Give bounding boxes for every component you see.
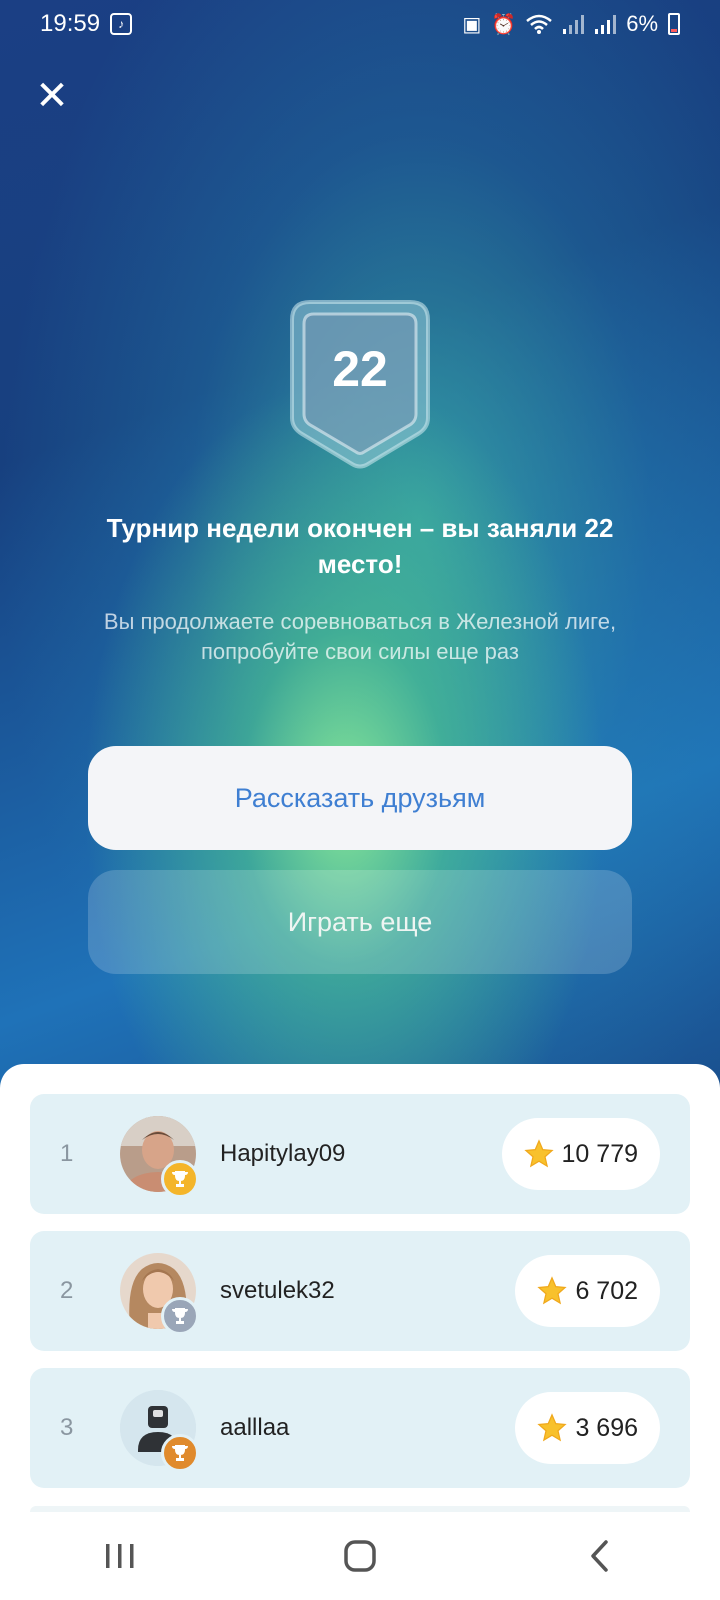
score-pill: 3 696 (515, 1392, 660, 1464)
place-number: 22 (332, 341, 388, 397)
username: Hapitylay09 (220, 1140, 346, 1167)
score-pill: 10 779 (501, 1118, 660, 1190)
username: aalllaa (220, 1414, 290, 1441)
leaderboard-row[interactable]: 3 aalllaa 3 696 (30, 1368, 690, 1488)
signal-icon (595, 15, 617, 34)
score-value: 3 696 (575, 1413, 638, 1442)
score-value: 10 779 (561, 1139, 638, 1168)
leaderboard-row[interactable]: 1 Hapitylay09 10 779 (30, 1094, 690, 1214)
home-icon[interactable] (330, 1526, 390, 1586)
signal-icon (563, 15, 585, 34)
close-icon[interactable]: ✕ (34, 76, 70, 116)
play-again-button[interactable]: Играть еще (88, 870, 632, 974)
username: svetulek32 (220, 1277, 335, 1304)
battery-icon (668, 13, 680, 35)
back-icon[interactable] (570, 1526, 630, 1586)
place-badge: 22 (290, 300, 430, 470)
rank-number: 1 (60, 1140, 74, 1167)
star-icon (537, 1413, 568, 1442)
rank-number: 3 (60, 1414, 74, 1441)
system-nav-bar (0, 1512, 720, 1600)
share-button[interactable]: Рассказать друзьям (88, 746, 632, 850)
bronze-trophy-icon (161, 1434, 199, 1472)
notification-icon: ♪ (110, 13, 133, 35)
score-pill: 6 702 (515, 1255, 660, 1327)
status-time: 19:59 (40, 10, 101, 37)
leaderboard-row[interactable]: 2 svetulek32 6 702 (30, 1231, 690, 1351)
rank-number: 2 (60, 1277, 74, 1304)
result-headline: Турнир недели окончен – вы заняли 22 мес… (106, 513, 614, 579)
silver-trophy-icon (161, 1297, 199, 1335)
star-icon (537, 1276, 568, 1305)
saver-icon: ▣ (462, 13, 482, 36)
star-icon (523, 1139, 554, 1168)
battery-percent: 6% (626, 11, 658, 36)
status-bar: 19:59 ♪ ▣ ⏰ 6% (0, 0, 720, 48)
recents-icon[interactable] (90, 1526, 150, 1586)
result-subtext: Вы продолжаете соревноваться в Железной … (103, 609, 617, 664)
gold-trophy-icon (161, 1160, 199, 1198)
alarm-icon: ⏰ (491, 13, 517, 36)
wifi-icon (526, 14, 553, 34)
status-icons: ▣ ⏰ 6% (462, 11, 680, 37)
score-value: 6 702 (575, 1276, 638, 1305)
